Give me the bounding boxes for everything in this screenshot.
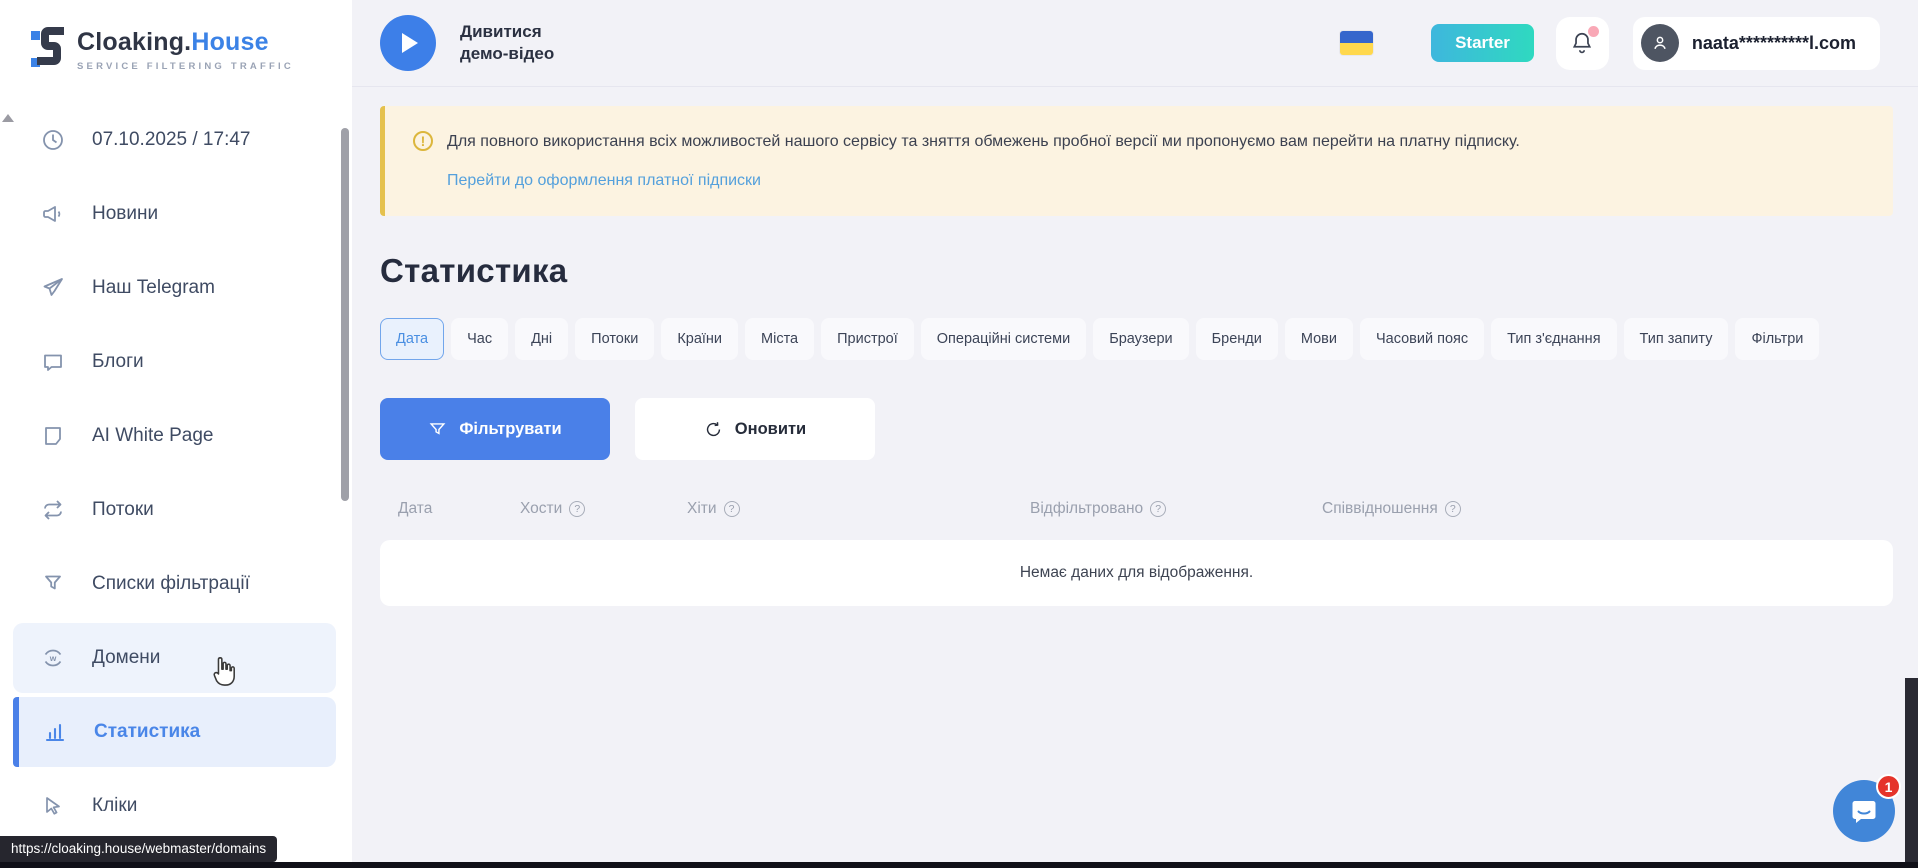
main-content: ! Для повного використання всіх можливос…: [352, 88, 1918, 868]
filter-chip[interactable]: Потоки: [575, 318, 654, 360]
avatar: [1641, 24, 1679, 62]
sidebar-item-domains[interactable]: w Домени: [13, 623, 336, 693]
filter-chip[interactable]: Міста: [745, 318, 814, 360]
brand-name: Cloaking.House: [77, 28, 294, 57]
scrollbar-up-arrow[interactable]: [2, 114, 14, 122]
filter-chip[interactable]: Тип з'єднання: [1491, 318, 1616, 360]
sidebar-menu: 07.10.2025 / 17:47 Новини Наш Telegram Блог…: [0, 105, 336, 845]
refresh-icon: [704, 420, 723, 439]
filter-chip[interactable]: Фільтри: [1735, 318, 1819, 360]
ai-white-page-icon: [40, 423, 66, 449]
sidebar-item-ai-white-page[interactable]: AI White Page: [0, 401, 336, 471]
sidebar-item-label: AI White Page: [92, 425, 213, 447]
filter-chip[interactable]: Дні: [515, 318, 568, 360]
brand-logo[interactable]: Cloaking.House SERVICE FILTERING TRAFFIC: [30, 24, 294, 75]
sidebar-item-datetime[interactable]: 07.10.2025 / 17:47: [0, 105, 336, 175]
filter-chip[interactable]: Час: [451, 318, 508, 360]
sidebar-item-label: Новини: [92, 203, 158, 225]
sidebar-item-label: Списки фільтрації: [92, 573, 250, 595]
sidebar-item-filter-lists[interactable]: Списки фільтрації: [0, 549, 336, 619]
sidebar-item-label: Кліки: [92, 795, 137, 817]
help-icon[interactable]: ?: [724, 501, 740, 517]
table-header: ДатаХости?Хіти?Відфільтровано?Співвіднош…: [380, 500, 1893, 518]
sidebar-item-label: 07.10.2025 / 17:47: [92, 129, 250, 151]
user-icon: [1650, 33, 1670, 53]
news-icon: [40, 201, 66, 227]
page-title: Статистика: [380, 252, 1893, 290]
actions-row: Фільтрувати Оновити: [380, 398, 1893, 460]
sidebar-item-label: Статистика: [94, 721, 200, 743]
link-status-bar: https://cloaking.house/webmaster/domains: [0, 836, 277, 862]
user-email: naata**********l.com: [1692, 33, 1856, 54]
clicks-icon: [40, 793, 66, 819]
sidebar-item-clicks[interactable]: Кліки: [0, 771, 336, 841]
filter-lists-icon: [40, 571, 66, 597]
filter-chip[interactable]: Браузери: [1093, 318, 1188, 360]
filter-chip[interactable]: Пристрої: [821, 318, 914, 360]
sidebar-item-news[interactable]: Новини: [0, 179, 336, 249]
notification-dot: [1588, 26, 1599, 37]
sidebar-item-streams[interactable]: Потоки: [0, 475, 336, 545]
warning-icon: !: [413, 131, 433, 151]
sidebar-item-label: Наш Telegram: [92, 277, 215, 299]
plan-badge-button[interactable]: Starter: [1431, 24, 1534, 62]
refresh-button[interactable]: Оновити: [635, 398, 875, 460]
column-header: Співвідношення?: [1322, 500, 1893, 518]
sidebar-item-label: Потоки: [92, 499, 154, 521]
blogs-icon: [40, 349, 66, 375]
app-window: Cloaking.House SERVICE FILTERING TRAFFIC…: [0, 0, 1918, 868]
column-header: Хіти?: [687, 500, 1030, 518]
sidebar: Cloaking.House SERVICE FILTERING TRAFFIC…: [0, 0, 352, 868]
user-account-chip[interactable]: naata**********l.com: [1633, 17, 1880, 70]
filter-chip[interactable]: Часовий пояс: [1360, 318, 1484, 360]
filter-chip[interactable]: Країни: [661, 318, 738, 360]
filter-chip[interactable]: Бренди: [1196, 318, 1278, 360]
filter-chip[interactable]: Операційні системи: [921, 318, 1086, 360]
trial-warning-text: Для повного використання всіх можливосте…: [447, 130, 1520, 154]
column-header: Хости?: [520, 500, 687, 518]
datetime-icon: [40, 127, 66, 153]
brand-logo-icon: [30, 24, 64, 75]
top-header: Дивитися демо-відео Starter naata*******…: [352, 0, 1918, 87]
filter-button[interactable]: Фільтрувати: [380, 398, 610, 460]
demo-video-label[interactable]: Дивитися демо-відео: [460, 21, 554, 65]
filter-chips: ДатаЧасДніПотокиКраїниМістаПристроїОпера…: [380, 318, 1893, 360]
demo-video-play-button[interactable]: [380, 15, 436, 71]
sidebar-item-label: Блоги: [92, 351, 144, 373]
chat-unread-badge: 1: [1876, 774, 1901, 799]
filter-chip[interactable]: Тип запиту: [1624, 318, 1729, 360]
window-edge-bottom: [0, 862, 1918, 868]
help-icon[interactable]: ?: [569, 501, 585, 517]
sidebar-item-blogs[interactable]: Блоги: [0, 327, 336, 397]
domains-icon: w: [40, 645, 66, 671]
help-icon[interactable]: ?: [1445, 501, 1461, 517]
sidebar-item-label: Домени: [92, 647, 160, 669]
filter-chip[interactable]: Мови: [1285, 318, 1353, 360]
scrollbar-thumb[interactable]: [341, 128, 349, 501]
trial-warning-banner: ! Для повного використання всіх можливос…: [380, 106, 1893, 216]
svg-text:w: w: [49, 653, 57, 663]
column-header: Відфільтровано?: [1030, 500, 1322, 518]
language-flag-ua[interactable]: [1340, 31, 1373, 55]
sidebar-item-telegram[interactable]: Наш Telegram: [0, 253, 336, 323]
table-empty-state: Немає даних для відображення.: [380, 540, 1893, 606]
filter-chip[interactable]: Дата: [380, 318, 444, 360]
upgrade-subscription-link[interactable]: Перейти до оформлення платної підписки: [447, 172, 761, 190]
chat-bubble-icon: [1848, 795, 1880, 827]
funnel-icon: [428, 420, 447, 439]
window-edge-right: [1905, 678, 1918, 868]
support-chat-button[interactable]: 1: [1833, 780, 1895, 842]
help-icon[interactable]: ?: [1150, 501, 1166, 517]
streams-icon: [40, 497, 66, 523]
notifications-button[interactable]: [1556, 17, 1609, 70]
column-header: Дата: [398, 500, 520, 518]
telegram-icon: [40, 275, 66, 301]
play-icon: [402, 33, 418, 53]
brand-tagline: SERVICE FILTERING TRAFFIC: [77, 61, 294, 72]
sidebar-item-statistics[interactable]: Статистика: [13, 697, 336, 767]
statistics-icon: [42, 719, 68, 745]
